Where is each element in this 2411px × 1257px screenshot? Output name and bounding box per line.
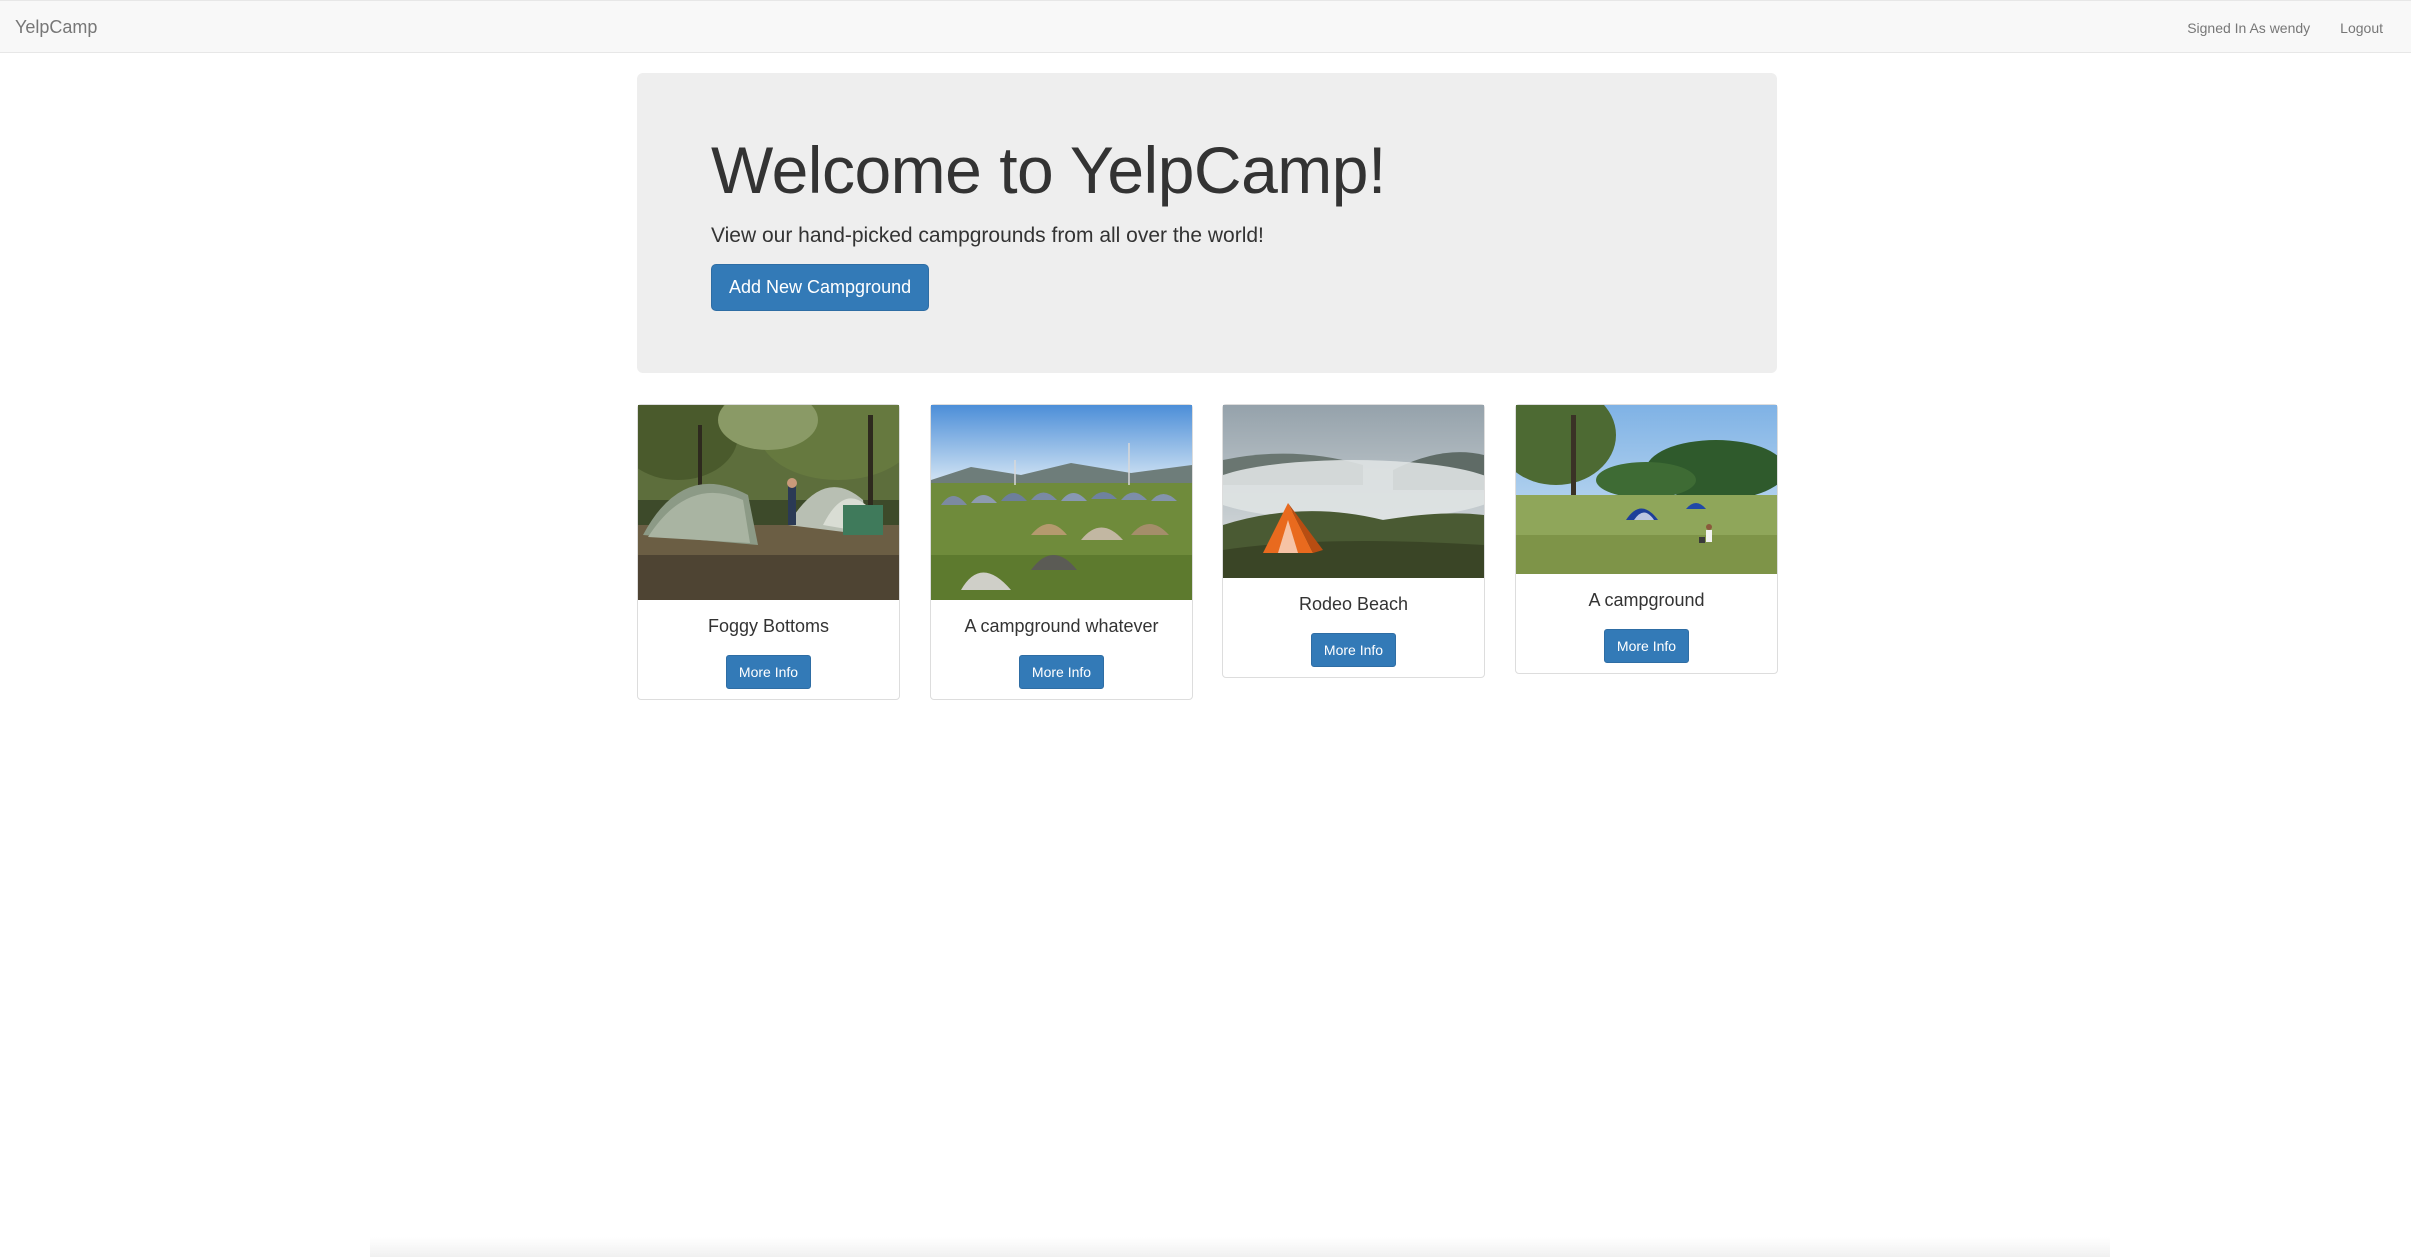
card-caption: Foggy Bottoms More Info <box>638 600 899 699</box>
campground-name: Rodeo Beach <box>1298 594 1409 614</box>
brand-link[interactable]: YelpCamp <box>15 16 97 38</box>
campground-name: Foggy Bottoms <box>707 616 830 636</box>
signed-in-link[interactable]: Signed In As wendy <box>2187 18 2310 38</box>
add-campground-button[interactable]: Add New Campground <box>711 264 930 311</box>
more-info-button[interactable]: More Info <box>1310 632 1397 667</box>
campground-image <box>931 405 1192 600</box>
campground-card: Foggy Bottoms More Info <box>637 404 900 700</box>
page-title: Welcome to YelpCamp! <box>711 133 1386 207</box>
jumbotron: Welcome to YelpCamp! View our hand-picke… <box>637 73 1777 373</box>
campground-image <box>1516 405 1777 574</box>
card-caption: Rodeo Beach More Info <box>1223 578 1484 677</box>
card-caption: A campground More Info <box>1516 574 1777 673</box>
page-subtitle: View our hand-picked campgrounds from al… <box>711 224 1264 247</box>
nav-right: Signed In As wendy Logout <box>2187 18 2383 38</box>
more-info-button[interactable]: More Info <box>1018 654 1105 689</box>
bottom-shadow <box>370 1237 2110 1257</box>
campground-name: A campground <box>1588 590 1705 610</box>
card-caption: A campground whatever More Info <box>931 600 1192 699</box>
logout-link[interactable]: Logout <box>2340 18 2383 38</box>
campground-card: Rodeo Beach More Info <box>1222 404 1485 678</box>
campground-image <box>1223 405 1484 578</box>
campground-card: A campground More Info <box>1515 404 1778 674</box>
campground-image <box>638 405 899 600</box>
campground-card: A campground whatever More Info <box>930 404 1193 700</box>
more-info-button[interactable]: More Info <box>1603 628 1690 663</box>
more-info-button[interactable]: More Info <box>725 654 812 689</box>
campground-name: A campground whatever <box>964 616 1159 636</box>
navbar: YelpCamp Signed In As wendy Logout <box>0 0 2411 53</box>
